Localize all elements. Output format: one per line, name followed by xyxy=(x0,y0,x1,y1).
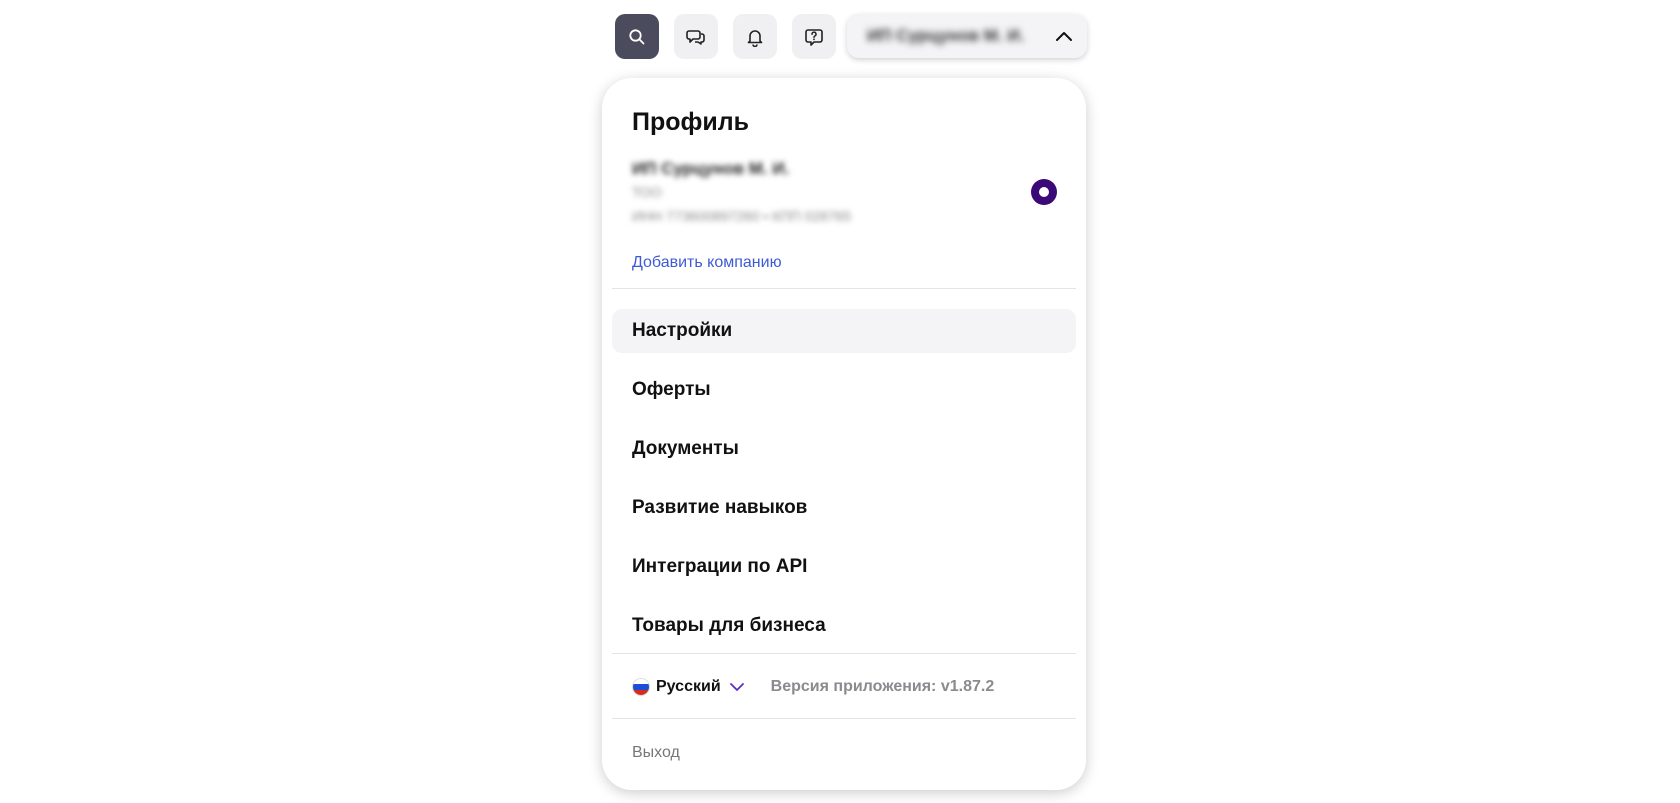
help-button[interactable] xyxy=(792,14,836,59)
company-type: ТОО xyxy=(632,184,662,200)
notifications-button[interactable] xyxy=(733,14,777,59)
bell-icon xyxy=(747,29,763,47)
divider xyxy=(612,288,1076,289)
divider xyxy=(612,653,1076,654)
language-selector[interactable]: Русский xyxy=(632,678,745,696)
menu-item-business-goods[interactable]: Товары для бизнеса xyxy=(612,604,1076,648)
footer-row: Русский Версия приложения: v1.87.2 xyxy=(632,675,994,699)
menu-item-offers[interactable]: Оферты xyxy=(612,368,1076,412)
account-menu-button[interactable]: ИП Сурцунов М. И. xyxy=(847,14,1087,58)
search-icon xyxy=(629,28,645,44)
menu-item-api-integrations[interactable]: Интеграции по API xyxy=(612,545,1076,589)
account-name: ИП Сурцунов М. И. xyxy=(867,26,1025,45)
company-selected-radio[interactable] xyxy=(1031,179,1057,205)
chat-button[interactable] xyxy=(674,14,718,59)
profile-title: Профиль xyxy=(632,108,750,136)
menu-item-settings[interactable]: Настройки xyxy=(612,309,1076,353)
radio-dot xyxy=(1039,187,1049,197)
search-button[interactable] xyxy=(615,14,659,59)
chevron-down-icon xyxy=(729,683,744,691)
chat-icon xyxy=(686,29,705,45)
chevron-up-icon xyxy=(1056,32,1072,41)
profile-dropdown-panel: Профиль ИП Сурцунов М. И. ТОО ИНН 773600… xyxy=(602,78,1086,790)
company-name: ИП Сурцунов М. И. xyxy=(632,159,790,178)
profile-menu: Настройки Оферты Документы Развитие навы… xyxy=(612,309,1076,663)
app-version: Версия приложения: v1.87.2 xyxy=(770,678,995,695)
divider xyxy=(612,718,1076,719)
add-company-link[interactable]: Добавить компанию xyxy=(632,254,782,272)
russia-flag-icon xyxy=(632,678,650,696)
menu-item-skills[interactable]: Развитие навыков xyxy=(612,486,1076,530)
menu-item-documents[interactable]: Документы xyxy=(612,427,1076,471)
company-card[interactable]: ИП Сурцунов М. И. ТОО ИНН 773600897260 •… xyxy=(632,158,992,228)
top-toolbar: ИП Сурцунов М. И. xyxy=(0,14,1680,60)
logout-link[interactable]: Выход xyxy=(632,744,680,762)
company-details: ИНН 773600897260 • КПП 028765 xyxy=(632,208,852,224)
help-icon xyxy=(805,28,823,46)
language-label: Русский xyxy=(656,678,721,695)
